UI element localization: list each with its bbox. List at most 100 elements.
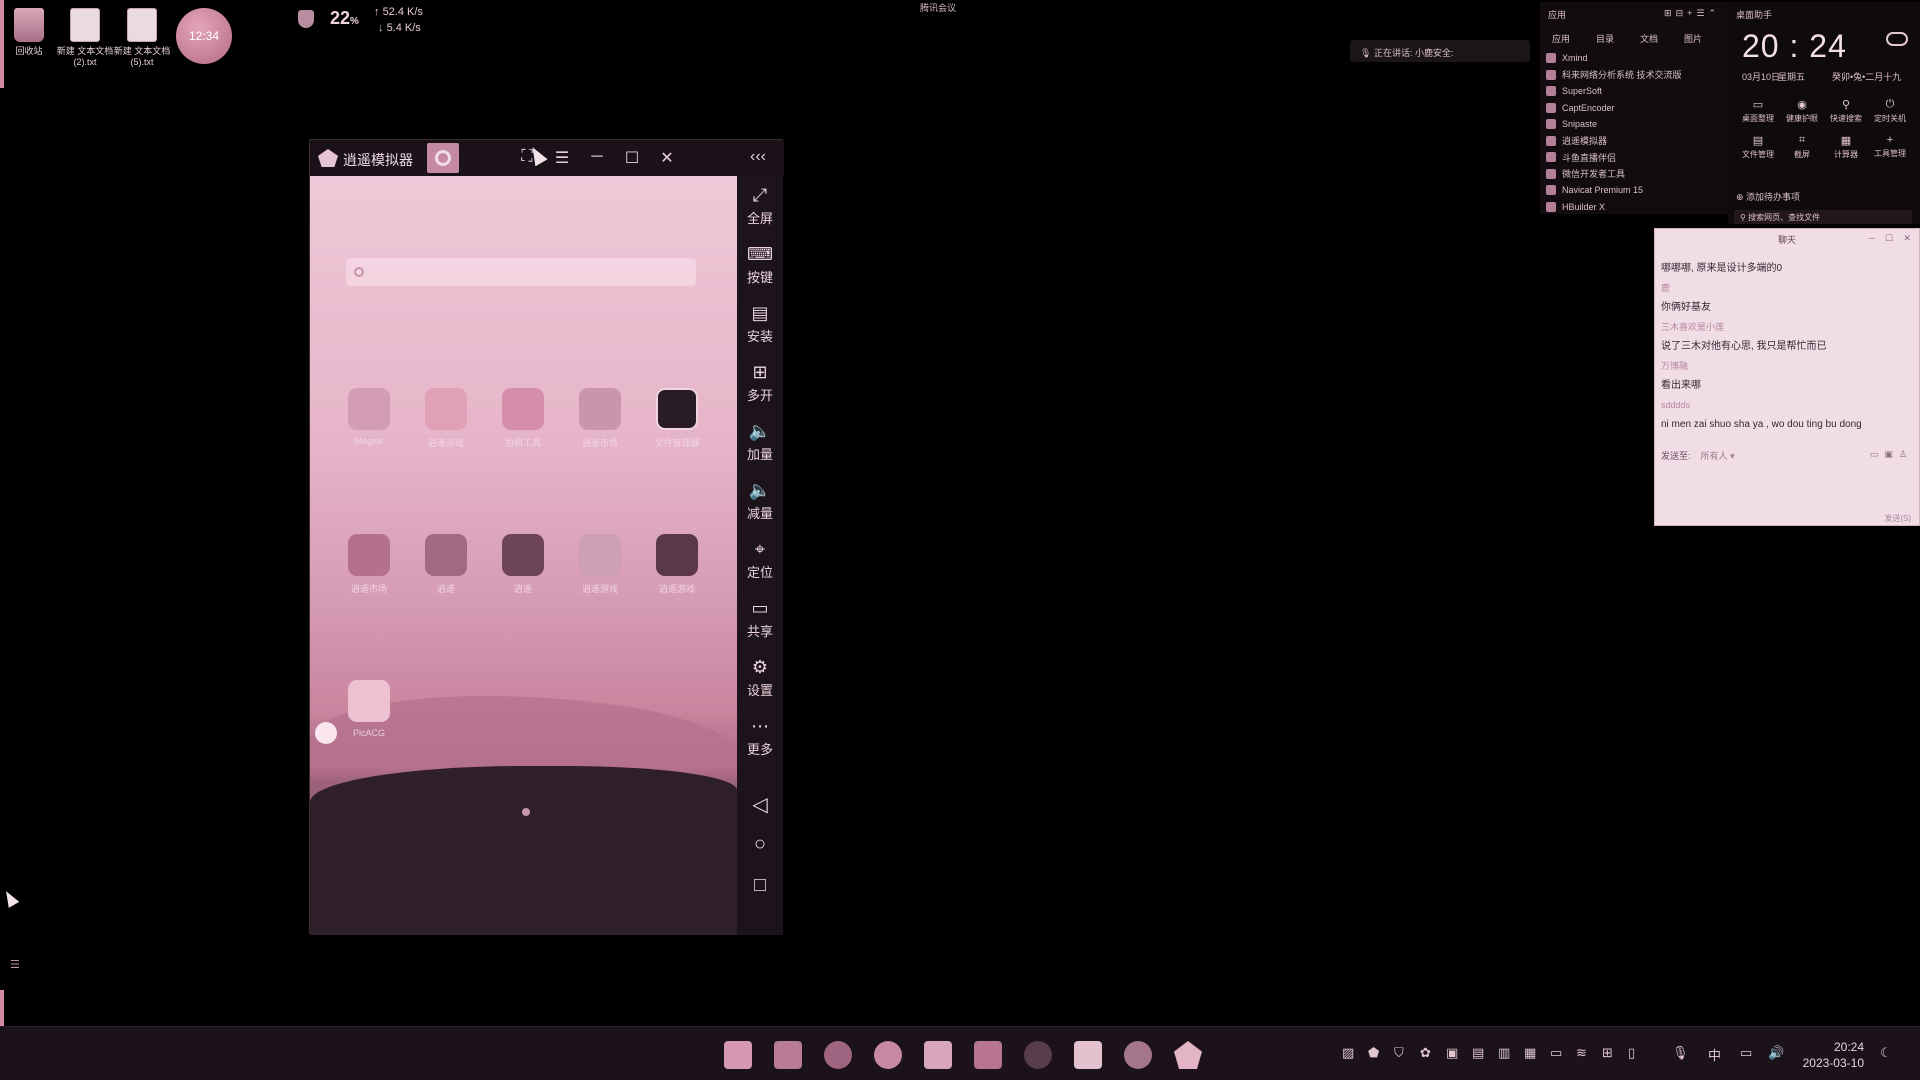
app-icon[interactable]: [1024, 1041, 1052, 1069]
sidebar-fullscreen[interactable]: ⤢ 全屏: [737, 184, 783, 227]
tab-folders[interactable]: 目录: [1596, 32, 1614, 45]
app-camera[interactable]: 拍照工具: [490, 388, 556, 449]
tray-icon[interactable]: ▦: [1524, 1045, 1536, 1061]
action-file-manager[interactable]: ▤ 文件管理: [1736, 134, 1780, 160]
list-item[interactable]: CaptEncoder: [1546, 100, 1682, 117]
minimize-button[interactable]: ─: [586, 148, 608, 166]
file-icon[interactable]: ▭: [1870, 449, 1885, 459]
tray-icon[interactable]: ⬟: [1368, 1045, 1379, 1061]
java-app-icon[interactable]: [1074, 1041, 1102, 1069]
action-quick-search[interactable]: ⚲ 快速搜索: [1824, 98, 1868, 124]
desktop-icon-text-file-5[interactable]: 新建 文本文档 (5).txt: [113, 8, 171, 68]
close-button[interactable]: ✕: [1903, 233, 1911, 244]
send-to-selector[interactable]: 发送至: 所有人 ▾: [1661, 449, 1735, 462]
emulator-taskbar-icon[interactable]: [1174, 1041, 1202, 1069]
emulator-window[interactable]: 逍遥模拟器 ⛶ ☰ ─ ☐ ✕ ‹‹‹ Magisk 逍遥游戏 拍照工具 逍遥市…: [309, 139, 784, 935]
menu-button[interactable]: ☰: [551, 148, 573, 168]
android-search-bar[interactable]: [346, 258, 696, 286]
list-item[interactable]: SuperSoft: [1546, 83, 1682, 100]
list-item[interactable]: Navicat Premium 15: [1546, 182, 1682, 199]
chat-window[interactable]: 聊天 ─ ☐ ✕ 哪哪哪, 原来是设计多端的0 鹿 你俩好基友 三木喜欢是小莲 …: [1654, 228, 1920, 526]
tab-apps[interactable]: 应用: [1552, 32, 1570, 45]
app-game-center[interactable]: 逍遥游戏: [413, 388, 479, 449]
display-icon[interactable]: ▭: [1550, 1045, 1562, 1061]
tray-icon[interactable]: ▣: [1446, 1045, 1458, 1061]
list-item[interactable]: Xmind: [1546, 50, 1682, 67]
moon-icon[interactable]: ☾: [1880, 1045, 1892, 1061]
monitor-icon[interactable]: ▭: [1740, 1045, 1752, 1061]
chat-titlebar[interactable]: 聊天: [1655, 229, 1919, 247]
input-method-indicator[interactable]: 中: [1708, 1045, 1721, 1064]
maximize-button[interactable]: ☐: [1885, 233, 1893, 244]
assistant-search-input[interactable]: ⚲ 搜索网页、查找文件: [1734, 210, 1912, 224]
action-tools[interactable]: + 工具管理: [1868, 134, 1912, 160]
tray-icon[interactable]: ▥: [1498, 1045, 1510, 1061]
back-button[interactable]: ◁: [737, 792, 783, 817]
maximize-button[interactable]: ☐: [621, 148, 643, 168]
volume-icon[interactable]: 🔊: [1768, 1045, 1784, 1061]
app-row2-1[interactable]: 逍遥市场: [336, 534, 402, 595]
floating-clock-widget[interactable]: 12:34: [176, 8, 232, 64]
tray-icon[interactable]: ▨: [1342, 1045, 1354, 1061]
shield-icon[interactable]: ⛉: [1394, 1045, 1404, 1061]
network-monitor-widget[interactable]: 22% ↑ 52.4 K/s ↓ 5.4 K/s: [298, 4, 434, 38]
action-calculator[interactable]: ▦ 计算器: [1824, 134, 1868, 160]
list-item[interactable]: 逍遥模拟器: [1546, 133, 1682, 150]
minimize-button[interactable]: ─: [1869, 233, 1875, 243]
sidebar-install[interactable]: ▤ 安装: [737, 302, 783, 345]
list-item[interactable]: Snipaste: [1546, 116, 1682, 133]
grid-icon[interactable]: ⊞: [1602, 1045, 1613, 1061]
settings-gear-icon[interactable]: [1124, 1041, 1152, 1069]
image-icon[interactable]: ▣: [1884, 449, 1899, 459]
photos-icon[interactable]: [974, 1041, 1002, 1069]
sidebar-location[interactable]: ⌖ 定位: [737, 538, 783, 581]
sidebar-settings[interactable]: ⚙ 设置: [737, 656, 783, 699]
recents-button[interactable]: □: [737, 874, 783, 897]
tray-icon[interactable]: ▤: [1472, 1045, 1484, 1061]
chrome-browser-icon[interactable]: [874, 1041, 902, 1069]
app-row2-5[interactable]: 逍遥游戏: [644, 534, 710, 595]
app-icon[interactable]: [924, 1041, 952, 1069]
android-screen[interactable]: Magisk 逍遥游戏 拍照工具 逍遥市场 文件管理器 逍遥市场 逍遥 逍遥 逍…: [310, 176, 737, 935]
sidebar-multi[interactable]: ⊞ 多开: [737, 361, 783, 404]
action-screenshot[interactable]: ⌗ 截屏: [1780, 134, 1824, 160]
app-magisk[interactable]: Magisk: [336, 388, 402, 446]
list-item[interactable]: 微信开发者工具: [1546, 166, 1682, 183]
desktop-icon-text-file-2[interactable]: 新建 文本文档 (2).txt: [56, 8, 114, 68]
app-row2-2[interactable]: 逍遥: [413, 534, 479, 595]
app-picacg[interactable]: PicACG: [336, 680, 402, 738]
panel-toolbar-icons[interactable]: ⊞⊟+☰⌃: [1664, 8, 1720, 19]
close-button[interactable]: ✕: [656, 148, 678, 168]
network-icon[interactable]: ≋: [1576, 1045, 1587, 1061]
sidebar-keymap[interactable]: ⌨ 按键: [737, 243, 783, 286]
tab-docs[interactable]: 文档: [1640, 32, 1658, 45]
sidebar-share[interactable]: ▭ 共享: [737, 597, 783, 640]
send-button[interactable]: 发送(S): [1884, 513, 1911, 524]
microphone-icon[interactable]: 🎙: [1672, 1045, 1689, 1061]
taskbar-clock[interactable]: 20:24 2023-03-10: [1800, 1039, 1864, 1071]
list-item[interactable]: 斗鱼直播伴侣: [1546, 149, 1682, 166]
list-icon[interactable]: ☰: [10, 958, 20, 971]
file-explorer-icon[interactable]: [774, 1041, 802, 1069]
sidebar-volume-down[interactable]: 🔈 减量: [737, 479, 783, 522]
edge-browser-icon[interactable]: [824, 1041, 852, 1069]
app-row2-3[interactable]: 逍遥: [490, 534, 556, 595]
user-icon[interactable]: ♙: [1899, 449, 1913, 459]
emulator-settings-tab[interactable]: [427, 143, 459, 173]
meeting-status-bar[interactable]: 腾讯会议: [920, 1, 956, 14]
collapse-sidebar-button[interactable]: ‹‹‹: [747, 148, 769, 166]
list-item[interactable]: 科来网络分析系统 技术交流版: [1546, 67, 1682, 84]
sidebar-volume-up[interactable]: 🔈 加量: [737, 420, 783, 463]
add-todo-button[interactable]: ⊕ 添加待办事项: [1736, 190, 1800, 203]
desktop-icon-recycle-bin[interactable]: 回收站: [0, 8, 58, 57]
action-desktop-organize[interactable]: ▭ 桌面整理: [1736, 98, 1780, 124]
tab-images[interactable]: 图片: [1684, 32, 1702, 45]
action-eye-care[interactable]: ◉ 健康护眼: [1780, 98, 1824, 124]
app-row2-4[interactable]: 逍遥游戏: [567, 534, 633, 595]
home-button[interactable]: ○: [737, 833, 783, 856]
sidebar-more[interactable]: ⋯ 更多: [737, 715, 783, 758]
tray-icon[interactable]: ✿: [1420, 1045, 1431, 1061]
list-item[interactable]: HBuilder X: [1546, 199, 1682, 216]
floating-ball[interactable]: [315, 722, 337, 744]
action-timed-shutdown[interactable]: ⏻ 定时关机: [1868, 98, 1912, 124]
